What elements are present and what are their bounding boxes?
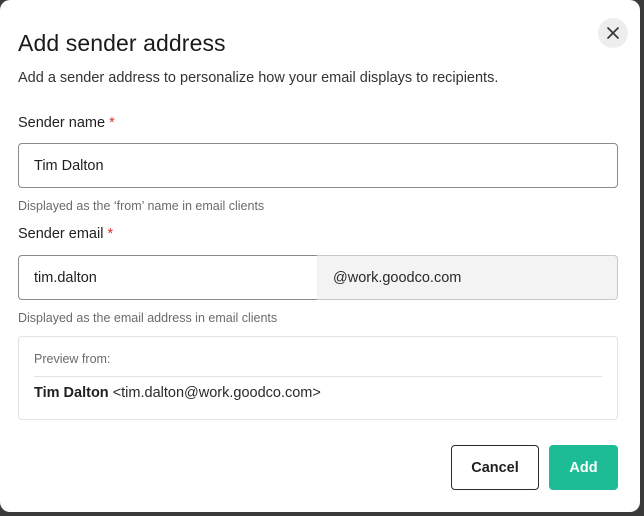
sender-email-label: Sender email * — [18, 224, 113, 244]
email-domain-suffix: @work.goodco.com — [317, 255, 618, 300]
close-button[interactable] — [598, 18, 628, 48]
sender-name-label: Sender name * — [18, 113, 115, 133]
preview-heading: Preview from: — [34, 352, 111, 366]
sender-email-help: Displayed as the email address in email … — [18, 311, 278, 325]
sender-email-input[interactable] — [18, 255, 318, 300]
sender-email-label-text: Sender email — [18, 226, 104, 242]
sender-name-label-text: Sender name — [18, 115, 106, 131]
preview-from-line: Tim Dalton <tim.dalton@work.goodco.com> — [34, 385, 321, 401]
sender-name-help: Displayed as the ‘from’ name in email cl… — [18, 199, 265, 213]
preview-sender-name: Tim Dalton — [34, 385, 109, 401]
preview-sender-address: <tim.dalton@work.goodco.com> — [112, 385, 321, 401]
add-button[interactable]: Add — [549, 445, 618, 490]
required-indicator: * — [107, 226, 114, 242]
add-sender-dialog: Add sender address Add a sender address … — [0, 0, 640, 512]
required-indicator: * — [109, 115, 115, 131]
cancel-button[interactable]: Cancel — [451, 445, 539, 490]
dialog-description: Add a sender address to personalize how … — [18, 70, 499, 86]
divider — [34, 376, 602, 377]
close-icon — [607, 27, 619, 39]
preview-box: Preview from: Tim Dalton <tim.dalton@wor… — [18, 336, 618, 420]
sender-name-input[interactable] — [18, 143, 618, 188]
dialog-title: Add sender address — [18, 30, 226, 56]
